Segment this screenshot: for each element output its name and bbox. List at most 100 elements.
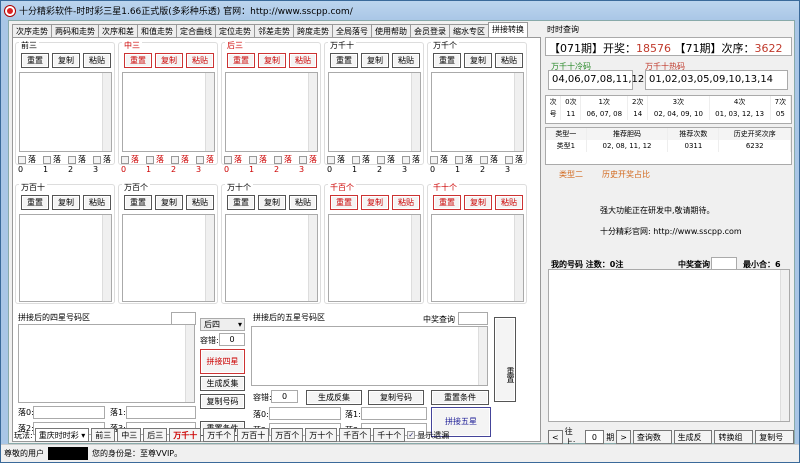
play-button-2[interactable]: 后三: [143, 428, 168, 442]
numbers-textarea[interactable]: [328, 72, 421, 152]
four-star-select[interactable]: 后四 ▾: [200, 318, 245, 331]
prev-button[interactable]: <: [548, 430, 563, 444]
scrollbar[interactable]: [478, 327, 487, 385]
checkbox-box[interactable]: [171, 155, 179, 164]
scrollbar[interactable]: [514, 73, 523, 151]
numbers-textarea[interactable]: [431, 214, 524, 302]
four-copy-button[interactable]: 复制号码: [200, 394, 245, 409]
numbers-textarea[interactable]: [19, 214, 112, 302]
five-tolerance-input[interactable]: 0: [271, 390, 298, 403]
join-four-star-button[interactable]: 拼接四星: [200, 349, 245, 374]
tab-10[interactable]: 会员登录: [410, 24, 450, 37]
checkbox-3[interactable]: 落3: [402, 154, 423, 174]
four-gen-inverse-button[interactable]: 生成反集: [200, 376, 245, 391]
checkbox-2[interactable]: 落2: [68, 154, 89, 174]
four-star-textarea[interactable]: [18, 324, 195, 403]
play-button-8[interactable]: 千百个: [339, 428, 372, 442]
scrollbar[interactable]: [185, 325, 194, 402]
five-star-textarea[interactable]: [251, 326, 488, 386]
tab-12[interactable]: 拼接转换: [488, 22, 528, 37]
paste-button[interactable]: 粘贴: [289, 53, 317, 68]
gen-inverse-button[interactable]: 生成反集: [673, 430, 713, 453]
reset-button[interactable]: 重置: [330, 195, 358, 210]
checkbox-box[interactable]: [430, 155, 438, 164]
paste-button[interactable]: 粘贴: [186, 53, 214, 68]
checkbox-1[interactable]: 落1: [249, 154, 270, 174]
type2-tab[interactable]: 类型二: [559, 169, 583, 180]
five-reset-side-button[interactable]: 重置: [494, 317, 516, 402]
checkbox-box[interactable]: [299, 155, 307, 164]
play-button-1[interactable]: 中三: [117, 428, 142, 442]
scrollbar[interactable]: [205, 215, 214, 301]
checkbox-2[interactable]: 落2: [480, 154, 501, 174]
five-reset-button[interactable]: 重置条件: [431, 390, 489, 405]
copy-button[interactable]: 复制: [155, 195, 183, 210]
numbers-textarea[interactable]: [431, 72, 524, 152]
checkbox-box[interactable]: [196, 155, 204, 164]
copy-button[interactable]: 复制: [361, 195, 389, 210]
tab-3[interactable]: 和值走势: [137, 24, 177, 37]
numbers-textarea[interactable]: [122, 214, 215, 302]
my-numbers-textarea[interactable]: [548, 269, 790, 422]
checkbox-box[interactable]: [455, 155, 463, 164]
five-gen-inverse-button[interactable]: 生成反集: [306, 390, 362, 405]
reset-button[interactable]: 重置: [330, 53, 358, 68]
reset-button[interactable]: 重置: [124, 53, 152, 68]
scrollbar[interactable]: [411, 215, 420, 301]
convert-group-button[interactable]: 转换组选: [714, 430, 754, 453]
scrollbar[interactable]: [308, 73, 317, 151]
tab-2[interactable]: 次序和差: [98, 24, 138, 37]
win-query-input[interactable]: [458, 312, 488, 325]
checkbox-box[interactable]: [274, 155, 282, 164]
checkbox-box[interactable]: [377, 155, 385, 164]
copy-button[interactable]: 复制: [464, 195, 492, 210]
reset-button[interactable]: 重置: [433, 195, 461, 210]
copy-button[interactable]: 复制: [258, 195, 286, 210]
play-button-4[interactable]: 万千个: [203, 428, 236, 442]
copy-numbers-button[interactable]: 复制号码: [755, 430, 794, 453]
checkbox-box[interactable]: [327, 155, 335, 164]
checkbox-3[interactable]: 落3: [299, 154, 320, 174]
scrollbar[interactable]: [205, 73, 214, 151]
checkbox-box[interactable]: [480, 155, 488, 164]
copy-button[interactable]: 复制: [258, 53, 286, 68]
reset-button[interactable]: 重置: [227, 195, 255, 210]
tab-5[interactable]: 定位走势: [215, 24, 255, 37]
reset-button[interactable]: 重置: [124, 195, 152, 210]
play-button-7[interactable]: 万十个: [305, 428, 338, 442]
play-button-0[interactable]: 前三: [91, 428, 116, 442]
numbers-textarea[interactable]: [225, 72, 318, 152]
reset-button[interactable]: 重置: [227, 53, 255, 68]
checkbox-0[interactable]: 落0: [121, 154, 142, 174]
checkbox-3[interactable]: 落3: [93, 154, 114, 174]
play-select[interactable]: 重庆时时彩 ▾: [34, 428, 90, 442]
reset-button[interactable]: 重置: [433, 53, 461, 68]
checkbox-box[interactable]: [68, 155, 76, 164]
history-ratio-tab[interactable]: 历史开奖占比: [602, 169, 650, 180]
copy-button[interactable]: 复制: [155, 53, 183, 68]
checkbox-0[interactable]: 落0: [18, 154, 39, 174]
checkbox-1[interactable]: 落1: [352, 154, 373, 174]
five-l1-input[interactable]: [361, 407, 427, 420]
tab-6[interactable]: 邻差走势: [254, 24, 294, 37]
paste-button[interactable]: 粘贴: [186, 195, 214, 210]
five-copy-button[interactable]: 复制号码: [368, 390, 424, 405]
checkbox-box[interactable]: [249, 155, 257, 164]
reset-button[interactable]: 重置: [21, 195, 49, 210]
play-button-3[interactable]: 万千十: [169, 428, 202, 442]
checkbox-box[interactable]: [352, 155, 360, 164]
copy-button[interactable]: 复制: [52, 53, 80, 68]
checkbox-0[interactable]: 落0: [327, 154, 348, 174]
play-button-5[interactable]: 万百十: [237, 428, 270, 442]
checkbox-box[interactable]: [224, 155, 232, 164]
scrollbar[interactable]: [308, 215, 317, 301]
query-data-button[interactable]: 查询数据: [632, 430, 672, 453]
reset-button[interactable]: 重置: [21, 53, 49, 68]
copy-button[interactable]: 复制: [52, 195, 80, 210]
scrollbar[interactable]: [514, 215, 523, 301]
paste-button[interactable]: 粘贴: [392, 195, 420, 210]
checkbox-2[interactable]: 落2: [274, 154, 295, 174]
tab-1[interactable]: 两码和走势: [51, 24, 99, 37]
paste-button[interactable]: 粘贴: [83, 53, 111, 68]
scrollbar[interactable]: [102, 73, 111, 151]
